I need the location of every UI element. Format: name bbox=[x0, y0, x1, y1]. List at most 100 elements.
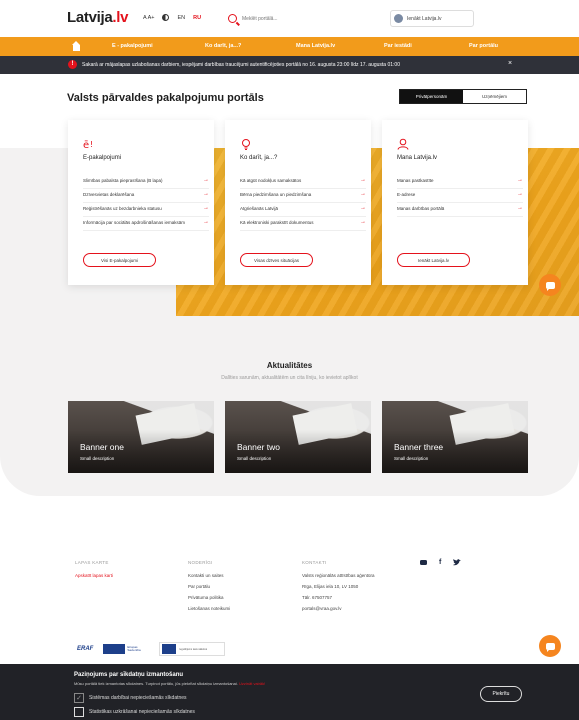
lang-current[interactable]: EN bbox=[177, 15, 185, 21]
arrow-right-icon: → bbox=[203, 219, 209, 225]
card-what-to-do: Ko darīt, ja...? Kā atgūt nodokļus samak… bbox=[225, 120, 371, 285]
chat-button[interactable] bbox=[539, 274, 561, 296]
search-bar[interactable] bbox=[228, 11, 348, 26]
footer-link[interactable]: Privātuma politika bbox=[188, 595, 230, 600]
cookie-option-label: Sistēmas darbībai nepieciešamās sīkdatne… bbox=[89, 695, 187, 701]
footer-col-useful: NODERĪGI Kontakti un saites Par portālu … bbox=[188, 560, 230, 617]
logo[interactable]: Latvija.lv bbox=[67, 9, 128, 26]
checkbox-unchecked[interactable] bbox=[74, 707, 84, 717]
all-life-situations-button[interactable]: Visas dzīves situācijas bbox=[240, 253, 313, 267]
banner-card[interactable]: Banner two Small description bbox=[225, 401, 371, 473]
facebook-icon[interactable]: f bbox=[439, 559, 441, 566]
card-link[interactable]: Manas pastkastīte → bbox=[397, 175, 523, 189]
card-link-label: Informācija par sociālās apdrošināšanas … bbox=[83, 220, 186, 225]
login-label: Ienākt Latvija.lv bbox=[407, 15, 442, 22]
footer-heading: KONTAKTI bbox=[302, 560, 327, 565]
all-e-services-button[interactable]: Visi E-pakalpojumi bbox=[83, 253, 156, 267]
twitter-icon[interactable] bbox=[453, 559, 462, 566]
contact-address: Rīga, Elijas iela 10, LV 1050 bbox=[302, 584, 359, 589]
alert-bar: ! Sakarā ar mājaslapas uzlabošanas darbi… bbox=[0, 56, 579, 74]
cookie-banner: Paziņojums par sīkdatņu izmantošanu Mūsu… bbox=[0, 664, 579, 720]
tab-individuals[interactable]: Privātpersonām bbox=[400, 90, 463, 103]
banner-description: Small description bbox=[237, 456, 272, 461]
contrast-icon[interactable] bbox=[162, 14, 170, 21]
arrow-right-icon: → bbox=[203, 177, 209, 183]
user-avatar-icon bbox=[394, 14, 403, 23]
banner-description: Small description bbox=[394, 456, 429, 461]
text-size-toggle[interactable]: A A+ bbox=[143, 15, 154, 21]
banner-overlay bbox=[382, 401, 528, 473]
cookie-text: Mūsu portālā tiek izmantotas sīkdatnes. … bbox=[74, 681, 265, 686]
banner-card[interactable]: Banner three Small description bbox=[382, 401, 528, 473]
chat-button[interactable] bbox=[539, 635, 561, 657]
youtube-icon[interactable] bbox=[420, 560, 427, 565]
lightbulb-icon bbox=[242, 139, 250, 150]
footer-link[interactable]: Lietošanas noteikumi bbox=[188, 606, 230, 611]
lang-other[interactable]: RU bbox=[193, 15, 201, 21]
audience-switch: Privātpersonām Uzņēmējiem bbox=[399, 89, 527, 104]
warning-icon: ! bbox=[68, 60, 77, 69]
nav-item-about-portal[interactable]: Par portālu bbox=[469, 43, 498, 49]
investment-logo: Ieguldījums tavā nākotnē bbox=[159, 642, 226, 656]
cookie-option-label: Statistikas uzkrāšanai nepieciešamās sīk… bbox=[89, 709, 195, 715]
svg-text:ē: ē bbox=[83, 140, 89, 150]
card-link[interactable]: Kā elektroniski parakstīt dokumentus → bbox=[240, 217, 366, 231]
arrow-right-icon: → bbox=[360, 205, 366, 211]
card-title: Mana Latvija.lv bbox=[397, 155, 438, 161]
header: Latvija.lv A A+ EN RU Ienākt Latvija.lv bbox=[0, 0, 579, 37]
banner-description: Small description bbox=[80, 456, 115, 461]
investment-text: Ieguldījums tavā nākotnē bbox=[179, 647, 208, 651]
card-link[interactable]: E-adrese → bbox=[397, 189, 523, 203]
checkbox-checked: ✓ bbox=[74, 693, 84, 703]
card-title: Ko darīt, ja...? bbox=[240, 155, 278, 161]
nav-item-my-latvija[interactable]: Mana Latvija.lv bbox=[296, 43, 335, 49]
banner-title: Banner two bbox=[237, 442, 280, 452]
login-button[interactable]: Ienākt Latvija.lv bbox=[390, 10, 474, 27]
nav-item-e-services[interactable]: E - pakalpojumi bbox=[112, 43, 153, 49]
footer-col-sitemap: LAPAS KARTE Apskatīt lapas karti bbox=[75, 560, 113, 584]
card-link-label: Dzīvesvietas deklarēšana bbox=[83, 192, 135, 197]
close-icon[interactable]: × bbox=[508, 60, 512, 67]
eu-logo: Eiropas Savienība bbox=[103, 644, 149, 654]
card-link[interactable]: Dzīvesvietas deklarēšana → bbox=[83, 189, 209, 203]
accept-cookies-button[interactable]: Piekrītu bbox=[480, 686, 522, 702]
card-link[interactable]: Manas darbības portālā → bbox=[397, 203, 523, 217]
footer-link[interactable]: Par portālu bbox=[188, 584, 230, 589]
footer-link[interactable]: Apskatīt lapas karti bbox=[75, 573, 113, 578]
search-input[interactable] bbox=[242, 15, 332, 22]
nav-item-about-institution[interactable]: Par iestādi bbox=[384, 43, 412, 49]
nav-item-what-to-do[interactable]: Ko darīt, ja...? bbox=[205, 43, 241, 49]
header-tools: A A+ EN RU bbox=[143, 14, 201, 21]
card-links: Manas pastkastīte → E-adrese → Manas darbī… bbox=[397, 175, 523, 217]
search-icon[interactable] bbox=[228, 14, 237, 23]
banner-card[interactable]: Banner one Small description bbox=[68, 401, 214, 473]
cookie-text-body: Mūsu portālā tiek izmantotas sīkdatnes. … bbox=[74, 681, 238, 686]
chat-icon bbox=[545, 281, 555, 291]
login-latvija-button[interactable]: Ienākt Latvija.lv bbox=[397, 253, 470, 267]
card-title: E-pakalpojumi bbox=[83, 155, 122, 161]
card-link[interactable]: Informācija par sociālās apdrošināšanas … bbox=[83, 217, 209, 231]
card-link-label: Atgriešanās Latvijā bbox=[240, 206, 279, 211]
footer-link[interactable]: Kontakti un saites bbox=[188, 573, 230, 578]
card-link[interactable]: Slimības pabalsta pieprasīšana (B lapa) → bbox=[83, 175, 209, 189]
user-icon bbox=[397, 138, 409, 150]
card-link-label: Slimības pabalsta pieprasīšana (B lapa) bbox=[83, 178, 163, 183]
card-link-label: E-adrese bbox=[397, 192, 416, 197]
card-link[interactable]: Reģistrēšanās uz bezdarbnieka statusu → bbox=[83, 203, 209, 217]
social-links: f bbox=[420, 559, 462, 566]
card-my-latvija: Mana Latvija.lv Manas pastkastīte → E-adr… bbox=[382, 120, 528, 285]
contact-email[interactable]: portals@vraa.gov.lv bbox=[302, 606, 374, 611]
card-links: Slimības pabalsta pieprasīšana (B lapa) →… bbox=[83, 175, 209, 231]
eu-text: Eiropas Savienība bbox=[127, 644, 141, 652]
card-link[interactable]: Kā atgūt nodokļus samaksātos → bbox=[240, 175, 366, 189]
nav-home[interactable] bbox=[66, 37, 86, 56]
card-link[interactable]: Atgriešanās Latvijā → bbox=[240, 203, 366, 217]
card-link-label: Reģistrēšanās uz bezdarbnieka statusu bbox=[83, 206, 162, 211]
tab-businesses[interactable]: Uzņēmējiem bbox=[463, 90, 526, 103]
alert-text: Sakarā ar mājaslapas uzlabošanas darbiem… bbox=[82, 62, 400, 68]
arrow-right-icon: → bbox=[203, 205, 209, 211]
cookie-more-link[interactable]: Uzzināt vairāk! bbox=[239, 681, 265, 686]
arrow-right-icon: → bbox=[517, 205, 523, 211]
card-link-label: Kā elektroniski parakstīt dokumentus bbox=[240, 220, 314, 225]
card-link[interactable]: Bērna piedzimšana un piedzimšana → bbox=[240, 189, 366, 203]
